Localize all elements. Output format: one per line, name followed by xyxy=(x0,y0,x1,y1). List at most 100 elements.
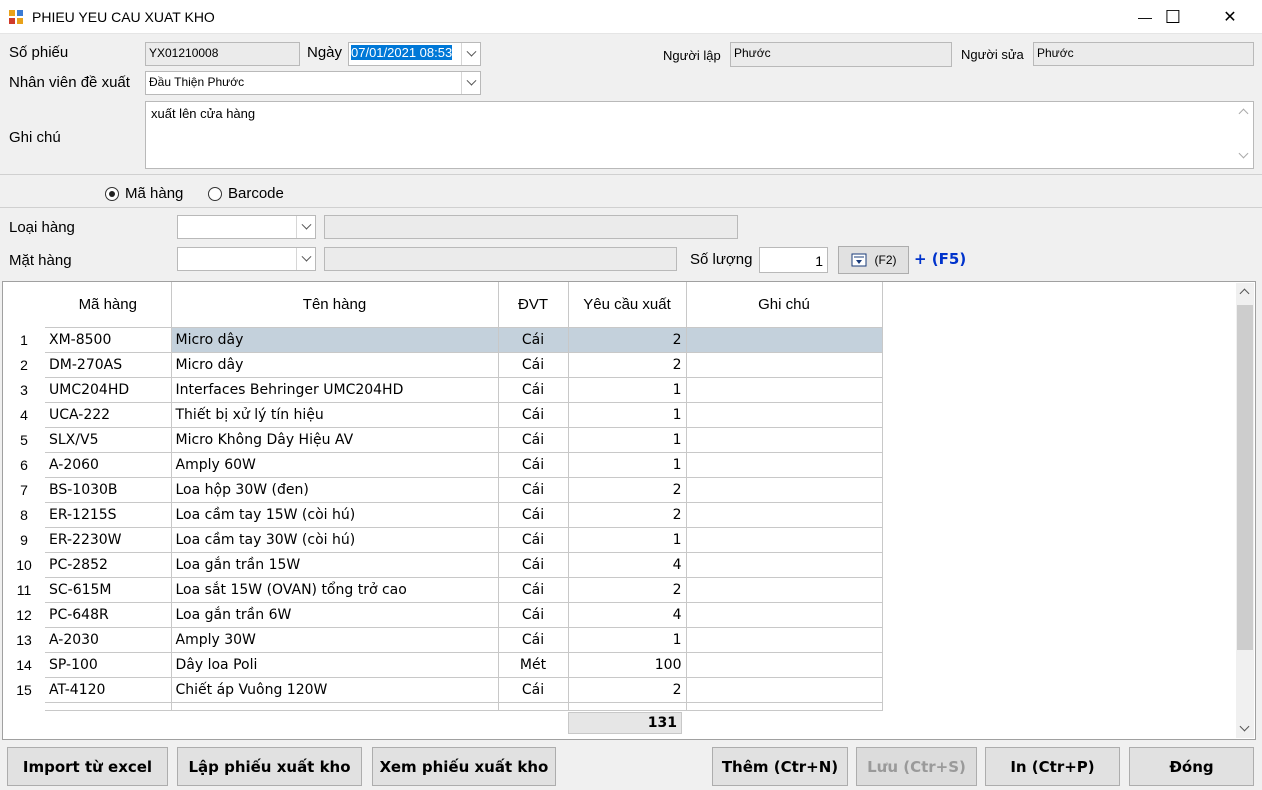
cell-ma-hang[interactable]: XM-8500 xyxy=(45,327,172,353)
cell-ghi-chu[interactable] xyxy=(686,402,883,428)
cell-ma-hang[interactable]: BS-1030B xyxy=(45,477,172,503)
cell-ten-hang[interactable]: Micro Không Dây Hiệu AV xyxy=(171,427,499,453)
cell-ma-hang[interactable]: UMC204HD xyxy=(45,377,172,403)
cell-ghi-chu[interactable] xyxy=(686,352,883,378)
cell-ma-hang[interactable]: A-2060 xyxy=(45,452,172,478)
cell-yeu-cau-xuat[interactable]: 1 xyxy=(568,452,687,478)
chevron-up-icon[interactable] xyxy=(1239,288,1250,299)
cell-ma-hang[interactable]: UCA-222 xyxy=(45,402,172,428)
radio-barcode[interactable]: Barcode xyxy=(208,185,284,202)
cell-dvt[interactable]: Mét xyxy=(498,652,569,678)
cell-dvt[interactable]: Cái xyxy=(498,577,569,603)
table-row[interactable]: 10 PC-2852 Loa gắn trần 15W Cái 4 xyxy=(3,552,883,578)
ghi-chu-scrollbar[interactable] xyxy=(1235,102,1253,168)
cell-yeu-cau-xuat[interactable]: 1 xyxy=(568,627,687,653)
cell-yeu-cau-xuat[interactable]: 2 xyxy=(568,352,687,378)
cell-dvt[interactable]: Cái xyxy=(498,327,569,353)
cell-ten-hang[interactable]: Loa sắt 15W (OVAN) tổng trở cao xyxy=(171,577,499,603)
chevron-down-icon[interactable] xyxy=(461,43,480,65)
cell-ma-hang[interactable]: PC-648R xyxy=(45,602,172,628)
cell-ghi-chu[interactable] xyxy=(686,527,883,553)
scrollbar-thumb[interactable] xyxy=(1237,305,1253,650)
cell-ten-hang[interactable]: Loa cầm tay 30W (còi hú) xyxy=(171,527,499,553)
nguoi-sua-field[interactable]: Phước xyxy=(1033,42,1254,66)
table-row[interactable]: 3 UMC204HD Interfaces Behringer UMC204HD Cá… xyxy=(3,377,883,403)
add-item-button[interactable]: (F2) xyxy=(838,246,909,274)
cell-yeu-cau-xuat[interactable]: 2 xyxy=(568,502,687,528)
nguoi-lap-field[interactable]: Phước xyxy=(730,42,952,67)
cell-yeu-cau-xuat[interactable]: 2 xyxy=(568,327,687,353)
cell-ma-hang[interactable]: ER-2230W xyxy=(45,527,172,553)
cell-ma-hang[interactable]: PC-2852 xyxy=(45,552,172,578)
table-row[interactable]: 7 BS-1030B Loa hộp 30W (đen) Cái 2 xyxy=(3,477,883,503)
chevron-down-icon[interactable] xyxy=(1239,721,1250,732)
cell-yeu-cau-xuat[interactable]: 1 xyxy=(568,402,687,428)
luu-button[interactable]: Lưu (Ctr+S) xyxy=(856,747,977,786)
table-row[interactable]: 2 DM-270AS Micro dây Cái 2 xyxy=(3,352,883,378)
close-button[interactable]: ✕ xyxy=(1202,0,1258,34)
cell-yeu-cau-xuat[interactable]: 1 xyxy=(568,377,687,403)
cell-ten-hang[interactable]: Loa hộp 30W (đen) xyxy=(171,477,499,503)
nhan-vien-select[interactable]: Đầu Thiện Phước xyxy=(145,71,481,95)
cell-ghi-chu[interactable] xyxy=(686,502,883,528)
ngay-datepicker[interactable]: 07/01/2021 08:53 xyxy=(348,42,481,66)
table-row[interactable]: 4 UCA-222 Thiết bị xử lý tín hiệu Cái 1 xyxy=(3,402,883,428)
cell-ten-hang[interactable]: Dây loa Poli xyxy=(171,652,499,678)
cell-ten-hang[interactable]: Amply 60W xyxy=(171,452,499,478)
cell-ma-hang[interactable]: AT-4120 xyxy=(45,677,172,703)
cell-dvt[interactable]: Cái xyxy=(498,452,569,478)
cell-ma-hang[interactable]: DM-270AS xyxy=(45,352,172,378)
so-phieu-field[interactable]: YX01210008 xyxy=(145,42,300,66)
lap-phieu-xuat-kho-button[interactable]: Lập phiếu xuất kho xyxy=(177,747,362,786)
cell-yeu-cau-xuat[interactable]: 4 xyxy=(568,602,687,628)
cell-dvt[interactable]: Cái xyxy=(498,427,569,453)
cell-dvt[interactable]: Cái xyxy=(498,377,569,403)
table-row[interactable]: 5 SLX/V5 Micro Không Dây Hiệu AV Cái 1 xyxy=(3,427,883,453)
table-row[interactable]: 12 PC-648R Loa gắn trần 6W Cái 4 xyxy=(3,602,883,628)
col-header-yeu-cau-xuat[interactable]: Yêu cầu xuất xyxy=(568,282,687,328)
cell-yeu-cau-xuat[interactable]: 2 xyxy=(568,477,687,503)
table-row[interactable]: 11 SC-615M Loa sắt 15W (OVAN) tổng trở cao… xyxy=(3,577,883,603)
cell-yeu-cau-xuat[interactable]: 1 xyxy=(568,427,687,453)
cell-yeu-cau-xuat[interactable]: 1 xyxy=(568,527,687,553)
cell-ghi-chu[interactable] xyxy=(686,652,883,678)
mat-hang-select[interactable] xyxy=(177,247,316,271)
chevron-down-icon[interactable] xyxy=(296,216,315,238)
radio-ma-hang[interactable]: Mã hàng xyxy=(105,185,183,202)
dong-button[interactable]: Đóng xyxy=(1129,747,1254,786)
cell-ten-hang[interactable]: Thiết bị xử lý tín hiệu xyxy=(171,402,499,428)
in-button[interactable]: In (Ctr+P) xyxy=(985,747,1120,786)
cell-dvt[interactable]: Cái xyxy=(498,602,569,628)
grid-vertical-scrollbar[interactable] xyxy=(1236,283,1254,738)
cell-ma-hang[interactable]: ER-1215S xyxy=(45,502,172,528)
cell-ma-hang[interactable]: SP-100 xyxy=(45,652,172,678)
cell-ghi-chu[interactable] xyxy=(686,452,883,478)
items-grid[interactable]: Mã hàng Tên hàng ĐVT Yêu cầu xuất Ghi ch… xyxy=(2,281,1256,740)
cell-ten-hang[interactable]: Chiết áp Vuông 120W xyxy=(171,677,499,703)
table-row[interactable]: 9 ER-2230W Loa cầm tay 30W (còi hú) Cái 1 xyxy=(3,527,883,553)
cell-yeu-cau-xuat[interactable]: 2 xyxy=(568,677,687,703)
cell-dvt[interactable]: Cái xyxy=(498,402,569,428)
cell-dvt[interactable]: Cái xyxy=(498,352,569,378)
table-row[interactable]: 8 ER-1215S Loa cầm tay 15W (còi hú) Cái 2 xyxy=(3,502,883,528)
cell-dvt[interactable]: Cái xyxy=(498,502,569,528)
so-luong-input[interactable]: 1 xyxy=(759,247,828,273)
import-excel-button[interactable]: Import từ excel xyxy=(7,747,168,786)
col-header-ghi-chu[interactable]: Ghi chú xyxy=(686,282,883,328)
table-row[interactable]: 13 A-2030 Amply 30W Cái 1 xyxy=(3,627,883,653)
xem-phieu-xuat-kho-button[interactable]: Xem phiếu xuất kho xyxy=(372,747,556,786)
cell-ma-hang[interactable]: A-2030 xyxy=(45,627,172,653)
maximize-button[interactable]: ☐ xyxy=(1145,0,1201,34)
cell-ghi-chu[interactable] xyxy=(686,677,883,703)
cell-dvt[interactable]: Cái xyxy=(498,677,569,703)
cell-dvt[interactable]: Cái xyxy=(498,477,569,503)
them-button[interactable]: Thêm (Ctr+N) xyxy=(712,747,848,786)
cell-ten-hang[interactable]: Loa cầm tay 15W (còi hú) xyxy=(171,502,499,528)
cell-ten-hang[interactable]: Micro dây xyxy=(171,327,499,353)
table-row[interactable]: 15 AT-4120 Chiết áp Vuông 120W Cái 2 xyxy=(3,677,883,703)
cell-ghi-chu[interactable] xyxy=(686,477,883,503)
cell-dvt[interactable]: Cái xyxy=(498,627,569,653)
cell-ghi-chu[interactable] xyxy=(686,552,883,578)
cell-yeu-cau-xuat[interactable]: 4 xyxy=(568,552,687,578)
cell-ghi-chu[interactable] xyxy=(686,627,883,653)
